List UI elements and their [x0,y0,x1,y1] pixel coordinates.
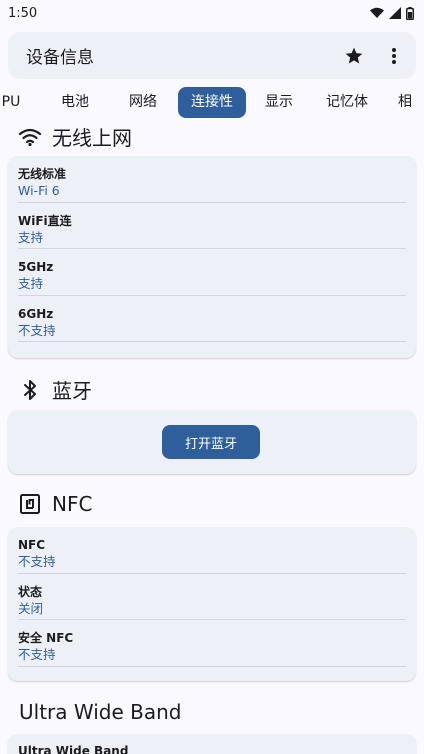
status-bar: 1:50 [0,0,424,26]
nfc-section-header: NFC [18,492,92,516]
row-label: WiFi直连 [18,213,72,228]
tab-memory[interactable]: 记忆体 [318,87,376,118]
favorite-button[interactable] [342,44,366,68]
status-time: 1:50 [8,5,38,21]
uwb-section-header: Ultra Wide Band [19,700,181,724]
list-item: NFC 不支持 [18,527,406,574]
signal-icon [389,7,401,19]
wifi-card: 无线标准 Wi-Fi 6 WiFi直连 支持 5GHz 支持 6GHz 不支持 [8,156,416,358]
row-value: 关闭 [18,600,44,616]
row-value: 不支持 [18,554,56,569]
row-label: 无线标准 [18,167,67,181]
nfc-icon [20,494,40,514]
wifi-section-header: 无线上网 [18,122,132,151]
list-item: WiFi直连 支持 [18,203,406,249]
tab-cpu[interactable]: PU [0,87,24,118]
list-item: 状态 关闭 [18,574,406,620]
row-value: Wi-Fi 6 [18,183,60,198]
row-label: Ultra Wide Band [18,744,129,754]
row-value: 支持 [18,229,44,245]
page-title: 设备信息 [26,48,94,68]
nfc-title: NFC [52,492,93,516]
row-label: 6GHz [18,306,54,321]
row-label: 状态 [18,584,43,599]
row-label: 安全 NFC [18,631,74,645]
nfc-card: NFC 不支持 状态 关闭 安全 NFC 不支持 [8,527,416,681]
category-tabs: PU 电池 网络 连接性 显示 记忆体 相 [0,87,424,119]
tab-connectivity[interactable]: 连接性 [178,87,246,118]
bluetooth-card: 打开蓝牙 [8,410,416,474]
bluetooth-title: 蓝牙 [52,379,92,403]
status-icons [370,6,414,20]
more-options-button[interactable] [382,44,406,68]
enable-bluetooth-button[interactable]: 打开蓝牙 [162,425,260,459]
bluetooth-icon [24,379,36,400]
tab-display[interactable]: 显示 [254,87,304,118]
row-value: 不支持 [18,647,56,662]
uwb-card: Ultra Wide Band [8,734,416,754]
list-item: 5GHz 支持 [18,249,406,296]
wifi-icon [18,128,42,146]
wifi-title: 无线上网 [52,126,132,150]
wifi-status-icon [370,7,384,18]
list-item: 无线标准 Wi-Fi 6 [18,156,406,203]
more-vert-icon [392,47,396,64]
row-value: 不支持 [18,322,56,338]
bluetooth-section-header: 蓝牙 [18,375,92,404]
top-app-bar: 设备信息 [8,32,416,79]
row-label: NFC [18,538,46,552]
uwb-title: Ultra Wide Band [19,700,182,724]
row-value: 支持 [18,276,44,291]
battery-icon [406,6,414,20]
tab-camera[interactable]: 相 [398,87,424,118]
tab-network[interactable]: 网络 [118,87,168,118]
row-label: 5GHz [18,260,54,274]
star-icon [345,47,363,63]
list-item: 6GHz 不支持 [18,296,406,342]
list-item: 安全 NFC 不支持 [18,620,406,667]
list-item: Ultra Wide Band [18,734,406,754]
tab-battery[interactable]: 电池 [50,87,100,118]
